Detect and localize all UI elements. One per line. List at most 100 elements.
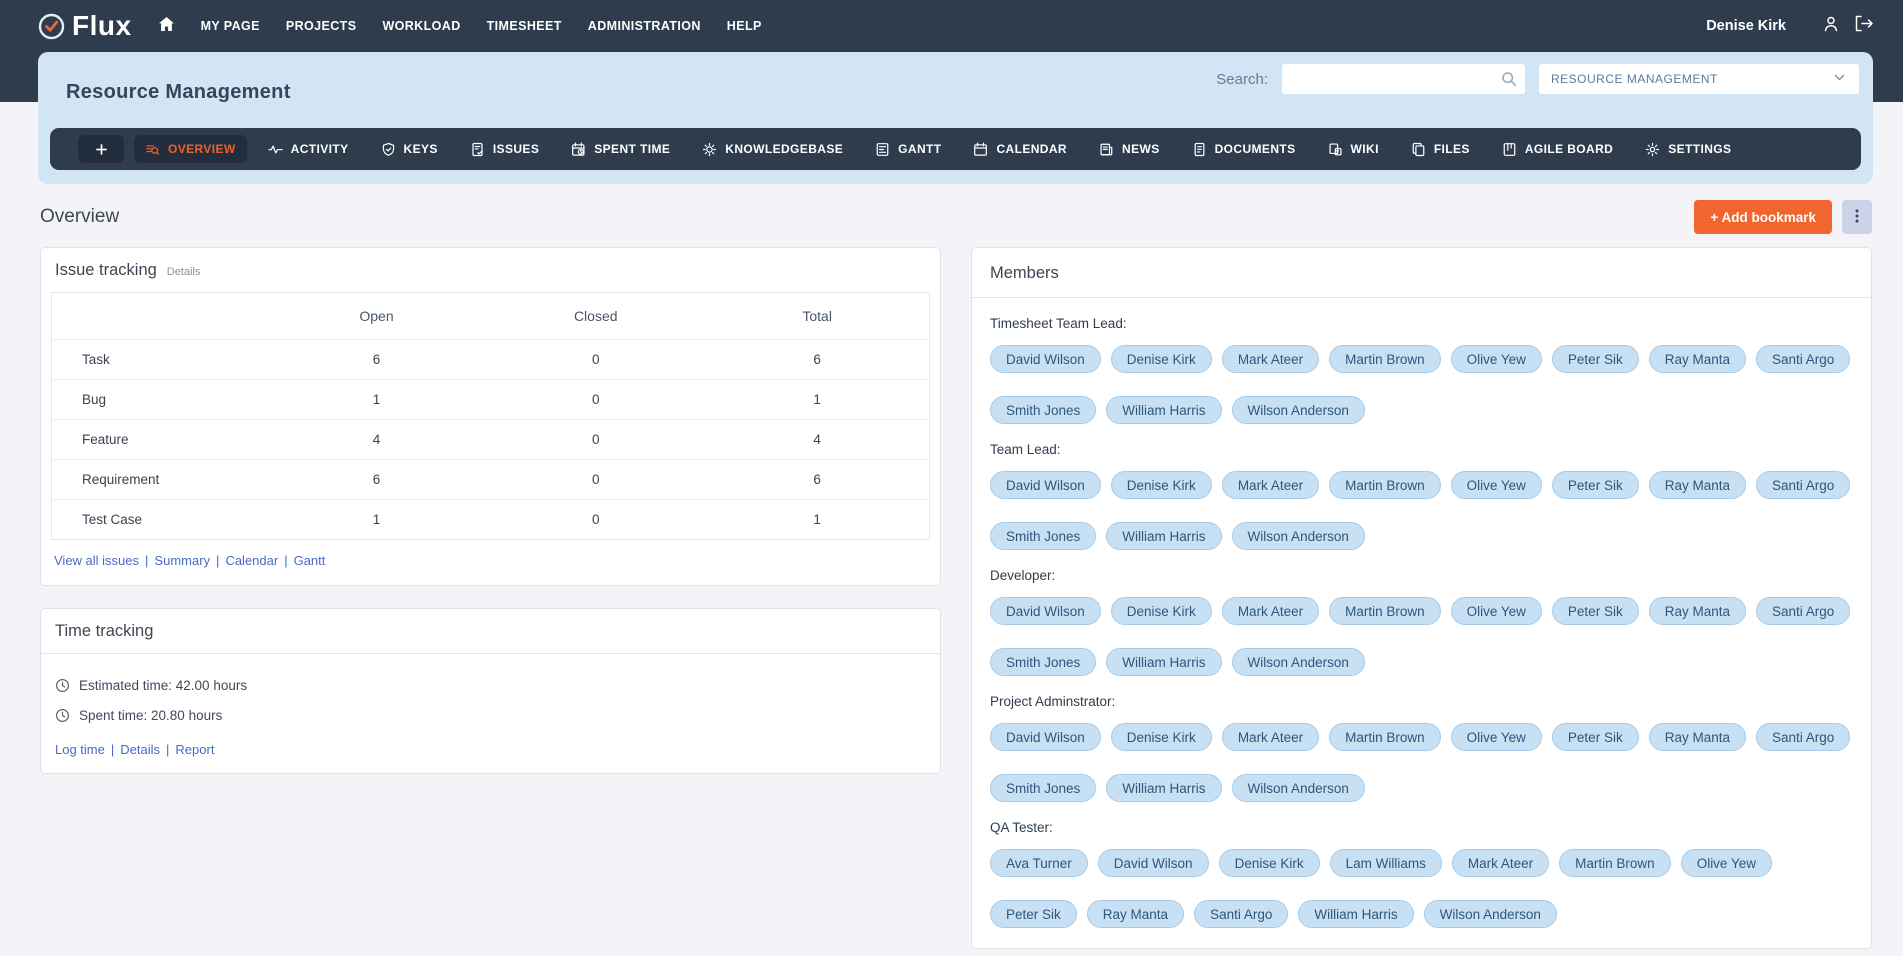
issue-link-gantt[interactable]: Gantt	[294, 553, 326, 568]
time-link-details[interactable]: Details	[120, 742, 160, 757]
member-pill-mark-ateer[interactable]: Mark Ateer	[1221, 471, 1320, 499]
member-pill-olive-yew[interactable]: Olive Yew	[1450, 723, 1542, 751]
member-pill-david-wilson[interactable]: David Wilson	[1097, 849, 1209, 877]
issue-cell-open: 1	[372, 392, 381, 407]
member-pill-ray-manta[interactable]: Ray Manta	[1648, 345, 1746, 373]
table-row: Feature 4 0 4	[52, 419, 929, 459]
member-pill-wilson-anderson[interactable]: Wilson Anderson	[1231, 396, 1365, 424]
tab-news[interactable]: NEWS	[1088, 135, 1171, 163]
project-select[interactable]: RESOURCE MANAGEMENT	[1539, 64, 1859, 94]
member-pill-martin-brown[interactable]: Martin Brown	[1329, 471, 1441, 499]
member-pill-martin-brown[interactable]: Martin Brown	[1329, 597, 1441, 625]
member-pill-denise-kirk[interactable]: Denise Kirk	[1110, 597, 1212, 625]
tab-activity[interactable]: ACTIVITY	[257, 135, 360, 163]
member-pill-smith-jones[interactable]: Smith Jones	[990, 774, 1097, 802]
issue-tracking-header: Issue tracking Details	[51, 258, 930, 292]
member-pill-smith-jones[interactable]: Smith Jones	[990, 522, 1097, 550]
tab-overview[interactable]: OVERVIEW	[134, 135, 247, 163]
member-pill-olive-yew[interactable]: Olive Yew	[1450, 597, 1542, 625]
member-pill-santi-argo[interactable]: Santi Argo	[1755, 597, 1851, 625]
tab-wiki[interactable]: WIKI	[1317, 135, 1390, 163]
member-pill-denise-kirk[interactable]: Denise Kirk	[1110, 471, 1212, 499]
navbar-item-projects[interactable]: PROJECTS	[286, 19, 357, 33]
member-pill-peter-sik[interactable]: Peter Sik	[990, 900, 1077, 928]
member-pill-william-harris[interactable]: William Harris	[1106, 522, 1222, 550]
members-card: Members Timesheet Team Lead: David Wilson…	[971, 247, 1872, 949]
member-pill-olive-yew[interactable]: Olive Yew	[1450, 345, 1542, 373]
profile-button[interactable]	[1822, 15, 1840, 38]
member-pill-wilson-anderson[interactable]: Wilson Anderson	[1231, 648, 1365, 676]
time-link-log-time[interactable]: Log time	[55, 742, 105, 757]
member-pill-david-wilson[interactable]: David Wilson	[990, 597, 1101, 625]
member-pill-ray-manta[interactable]: Ray Manta	[1086, 900, 1185, 928]
more-options-button[interactable]	[1842, 200, 1872, 234]
current-user-name[interactable]: Denise Kirk	[1706, 18, 1786, 34]
member-pill-peter-sik[interactable]: Peter Sik	[1551, 345, 1639, 373]
member-pill-william-harris[interactable]: William Harris	[1106, 774, 1222, 802]
navbar-item-help[interactable]: HELP	[727, 19, 762, 33]
tab-issues[interactable]: ISSUES	[459, 135, 550, 163]
member-pill-peter-sik[interactable]: Peter Sik	[1551, 597, 1639, 625]
tab-settings[interactable]: SETTINGS	[1634, 135, 1742, 163]
member-pill-ray-manta[interactable]: Ray Manta	[1648, 471, 1746, 499]
member-pill-martin-brown[interactable]: Martin Brown	[1329, 723, 1441, 751]
member-pill-mark-ateer[interactable]: Mark Ateer	[1221, 723, 1320, 751]
navbar-item-timesheet[interactable]: TIMESHEET	[487, 19, 562, 33]
issue-details-link[interactable]: Details	[167, 266, 201, 278]
member-pill-martin-brown[interactable]: Martin Brown	[1329, 345, 1441, 373]
issue-link-view-all-issues[interactable]: View all issues	[54, 553, 139, 568]
member-pill-smith-jones[interactable]: Smith Jones	[990, 396, 1097, 424]
member-pill-mark-ateer[interactable]: Mark Ateer	[1451, 849, 1550, 877]
search-input[interactable]	[1282, 64, 1525, 94]
issue-link-calendar[interactable]: Calendar	[225, 553, 278, 568]
navbar-item-administration[interactable]: ADMINISTRATION	[588, 19, 701, 33]
tab-knowledgebase[interactable]: KNOWLEDGEBASE	[691, 135, 854, 163]
main-content: Overview + Add bookmark Issue tracking D…	[0, 184, 1903, 949]
tab-agile-board[interactable]: AGILE BOARD	[1491, 135, 1624, 163]
member-pill-olive-yew[interactable]: Olive Yew	[1450, 471, 1542, 499]
member-pill-peter-sik[interactable]: Peter Sik	[1551, 471, 1639, 499]
tab-keys[interactable]: KEYS	[370, 135, 449, 163]
tab-spent-time[interactable]: SPENT TIME	[560, 135, 681, 163]
member-pill-ray-manta[interactable]: Ray Manta	[1648, 597, 1746, 625]
member-pill-mark-ateer[interactable]: Mark Ateer	[1221, 345, 1320, 373]
member-pill-santi-argo[interactable]: Santi Argo	[1755, 723, 1851, 751]
member-pill-david-wilson[interactable]: David Wilson	[990, 345, 1101, 373]
member-pill-mark-ateer[interactable]: Mark Ateer	[1221, 597, 1320, 625]
navbar-item-my-page[interactable]: MY PAGE	[201, 19, 260, 33]
member-pill-olive-yew[interactable]: Olive Yew	[1680, 849, 1772, 877]
navbar-item-workload[interactable]: WORKLOAD	[382, 19, 460, 33]
member-pill-wilson-anderson[interactable]: Wilson Anderson	[1231, 774, 1365, 802]
app-logo[interactable]: Flux	[38, 10, 132, 42]
member-pill-lam-williams[interactable]: Lam Williams	[1329, 849, 1442, 877]
member-pill-santi-argo[interactable]: Santi Argo	[1755, 345, 1851, 373]
tab-files[interactable]: FILES	[1400, 135, 1481, 163]
member-pill-peter-sik[interactable]: Peter Sik	[1551, 723, 1639, 751]
tab-calendar[interactable]: CALENDAR	[962, 135, 1078, 163]
issue-link-summary[interactable]: Summary	[154, 553, 210, 568]
add-bookmark-button[interactable]: + Add bookmark	[1694, 200, 1832, 234]
navbar-home-button[interactable]	[158, 16, 175, 37]
add-tab-button[interactable]	[78, 135, 124, 163]
member-pill-william-harris[interactable]: William Harris	[1106, 648, 1222, 676]
member-pill-david-wilson[interactable]: David Wilson	[990, 471, 1101, 499]
member-pill-wilson-anderson[interactable]: Wilson Anderson	[1423, 900, 1557, 928]
tab-gantt[interactable]: GANTT	[864, 135, 952, 163]
logout-button[interactable]	[1854, 15, 1873, 37]
member-pill-denise-kirk[interactable]: Denise Kirk	[1218, 849, 1320, 877]
time-link-report[interactable]: Report	[175, 742, 214, 757]
member-pill-david-wilson[interactable]: David Wilson	[990, 723, 1101, 751]
member-pill-smith-jones[interactable]: Smith Jones	[990, 648, 1097, 676]
member-pill-denise-kirk[interactable]: Denise Kirk	[1110, 723, 1212, 751]
member-pill-wilson-anderson[interactable]: Wilson Anderson	[1231, 522, 1365, 550]
member-pill-ray-manta[interactable]: Ray Manta	[1648, 723, 1746, 751]
tab-documents[interactable]: DOCUMENTS	[1181, 135, 1307, 163]
member-pill-ava-turner[interactable]: Ava Turner	[990, 849, 1088, 877]
search-icon	[1501, 71, 1517, 92]
member-pill-william-harris[interactable]: William Harris	[1106, 396, 1222, 424]
member-pill-santi-argo[interactable]: Santi Argo	[1755, 471, 1851, 499]
member-pill-santi-argo[interactable]: Santi Argo	[1194, 900, 1289, 928]
member-pill-william-harris[interactable]: William Harris	[1298, 900, 1414, 928]
member-pill-denise-kirk[interactable]: Denise Kirk	[1110, 345, 1212, 373]
member-pill-martin-brown[interactable]: Martin Brown	[1559, 849, 1671, 877]
